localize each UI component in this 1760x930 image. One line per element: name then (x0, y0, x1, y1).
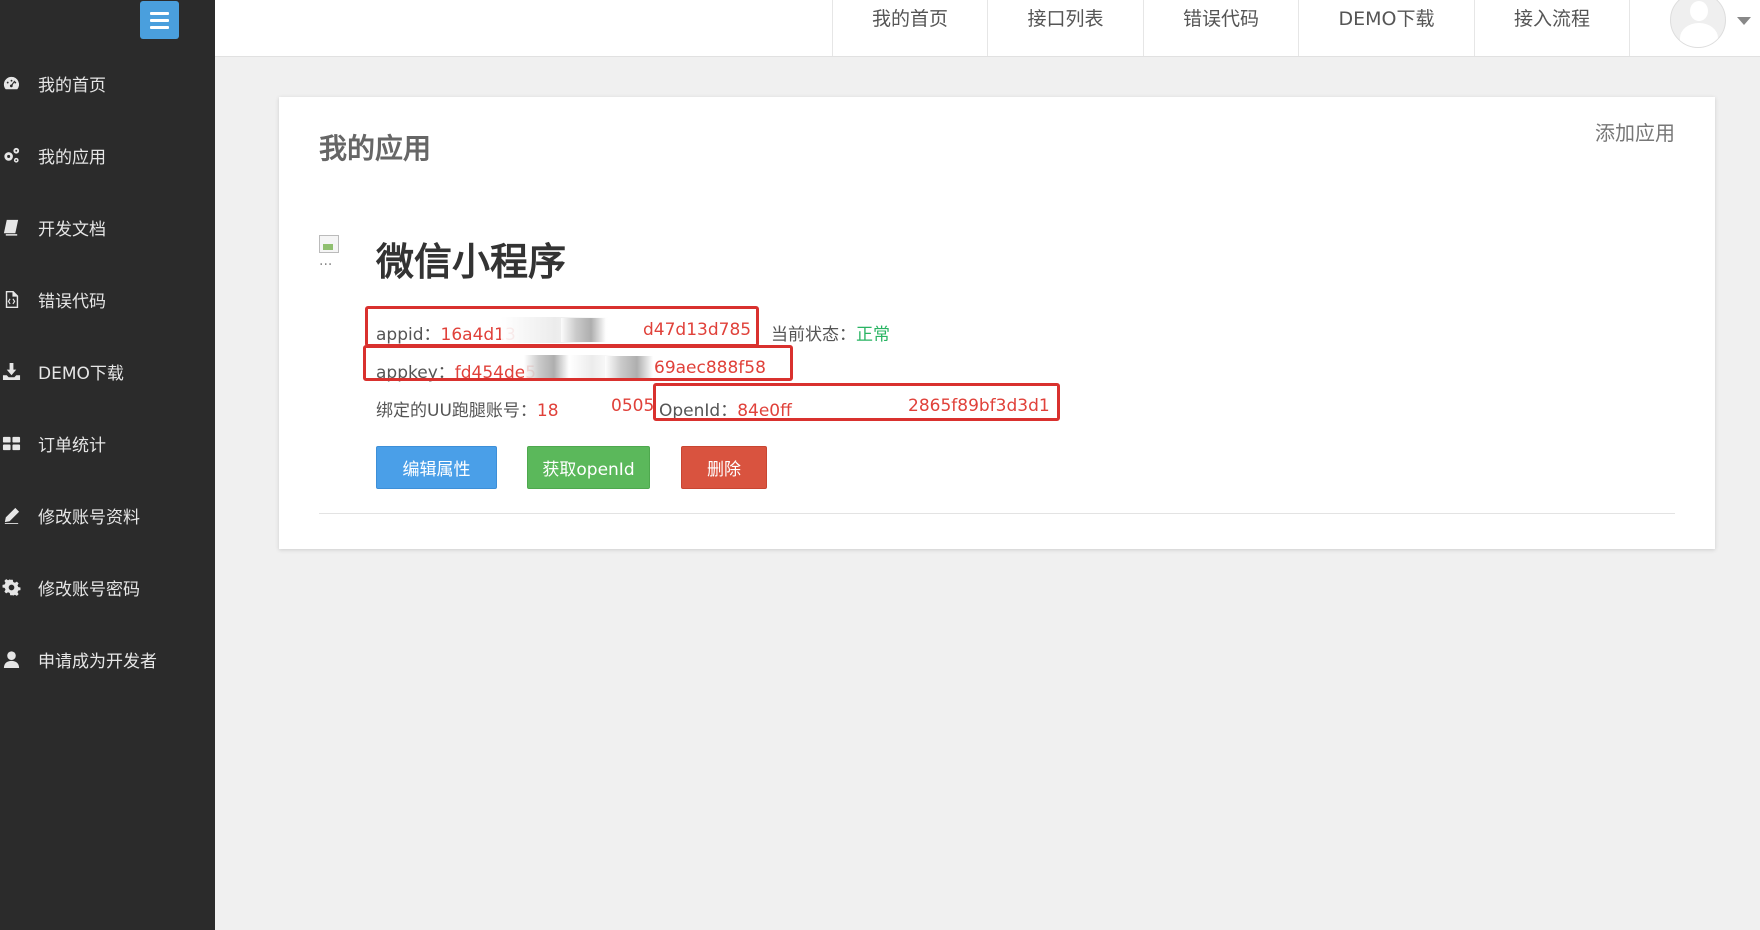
app-name: 微信小程序 (376, 240, 567, 284)
top-navbar: 我的首页 接口列表 错误代码 DEMO下载 接入流程 (215, 0, 1760, 57)
sidebar-item-my-apps[interactable]: 我的应用 (0, 135, 215, 175)
page-title: 我的应用 (319, 132, 432, 165)
uu-account-field: 绑定的UU跑腿账号：18 (376, 401, 559, 421)
avatar[interactable] (1670, 0, 1726, 48)
book-icon (0, 218, 38, 237)
tab-demo-download[interactable]: DEMO下载 (1298, 0, 1474, 56)
sidebar-item-label: 我的应用 (38, 147, 106, 168)
uu-account-suffix: 0505 (611, 396, 655, 416)
sidebar-item-demo-download[interactable]: DEMO下载 (0, 351, 215, 391)
highlight-box-appkey (363, 345, 793, 381)
status-field: 当前状态：正常 (771, 325, 890, 345)
sidebar-item-edit-profile[interactable]: 修改账号资料 (0, 495, 215, 535)
sidebar-item-error-codes[interactable]: 错误代码 (0, 279, 215, 319)
pencil-icon (0, 506, 38, 525)
delete-button[interactable]: 删除 (681, 446, 767, 489)
user-icon (0, 650, 38, 669)
menu-toggle-button[interactable] (140, 1, 179, 39)
edit-properties-button[interactable]: 编辑属性 (376, 446, 497, 489)
sidebar-item-label: 开发文档 (38, 219, 106, 240)
download-icon (0, 362, 38, 381)
add-app-link[interactable]: 添加应用 (1595, 117, 1675, 146)
get-openid-button[interactable]: 获取openId (527, 446, 650, 489)
grid-icon (0, 434, 38, 453)
top-nav: 我的首页 接口列表 错误代码 DEMO下载 接入流程 (832, 0, 1630, 56)
sidebar-item-home[interactable]: 我的首页 (0, 63, 215, 103)
sidebar-item-label: 我的首页 (38, 75, 106, 96)
sidebar-item-order-stats[interactable]: 订单统计 (0, 423, 215, 463)
highlight-box-appid (365, 306, 759, 347)
sidebar: 我的首页 我的应用 开发文档 错误代码 DEMO下载 订单统计 修改账号资料 修… (0, 0, 215, 930)
tab-integration-flow[interactable]: 接入流程 (1474, 0, 1630, 56)
dashboard-icon (0, 74, 38, 93)
sidebar-item-apply-developer[interactable]: 申请成为开发者 (0, 639, 215, 679)
sidebar-item-label: 申请成为开发者 (38, 651, 157, 672)
apps-panel: 我的应用 添加应用 ... 微信小程序 appid：16a4d13 d47d13… (279, 97, 1715, 549)
chevron-down-icon[interactable] (1737, 17, 1751, 25)
code-file-icon (0, 290, 38, 309)
divider (319, 513, 1675, 514)
tab-home[interactable]: 我的首页 (832, 0, 987, 56)
cogs-icon (0, 146, 38, 165)
broken-image-icon (319, 235, 339, 253)
hamburger-icon (150, 11, 169, 15)
gear-icon (0, 578, 38, 597)
sidebar-item-label: 错误代码 (38, 291, 106, 312)
sidebar-item-label: 修改账号资料 (38, 507, 140, 528)
status-badge: 正常 (856, 325, 890, 345)
sidebar-item-docs[interactable]: 开发文档 (0, 207, 215, 247)
tab-api-list[interactable]: 接口列表 (987, 0, 1143, 56)
highlight-box-openid (653, 383, 1060, 421)
app-image: ... (319, 235, 341, 275)
sidebar-item-change-password[interactable]: 修改账号密码 (0, 567, 215, 607)
sidebar-item-label: DEMO下载 (38, 363, 124, 384)
sidebar-item-label: 修改账号密码 (38, 579, 140, 600)
tab-error-codes[interactable]: 错误代码 (1143, 0, 1298, 56)
sidebar-item-label: 订单统计 (38, 435, 106, 456)
